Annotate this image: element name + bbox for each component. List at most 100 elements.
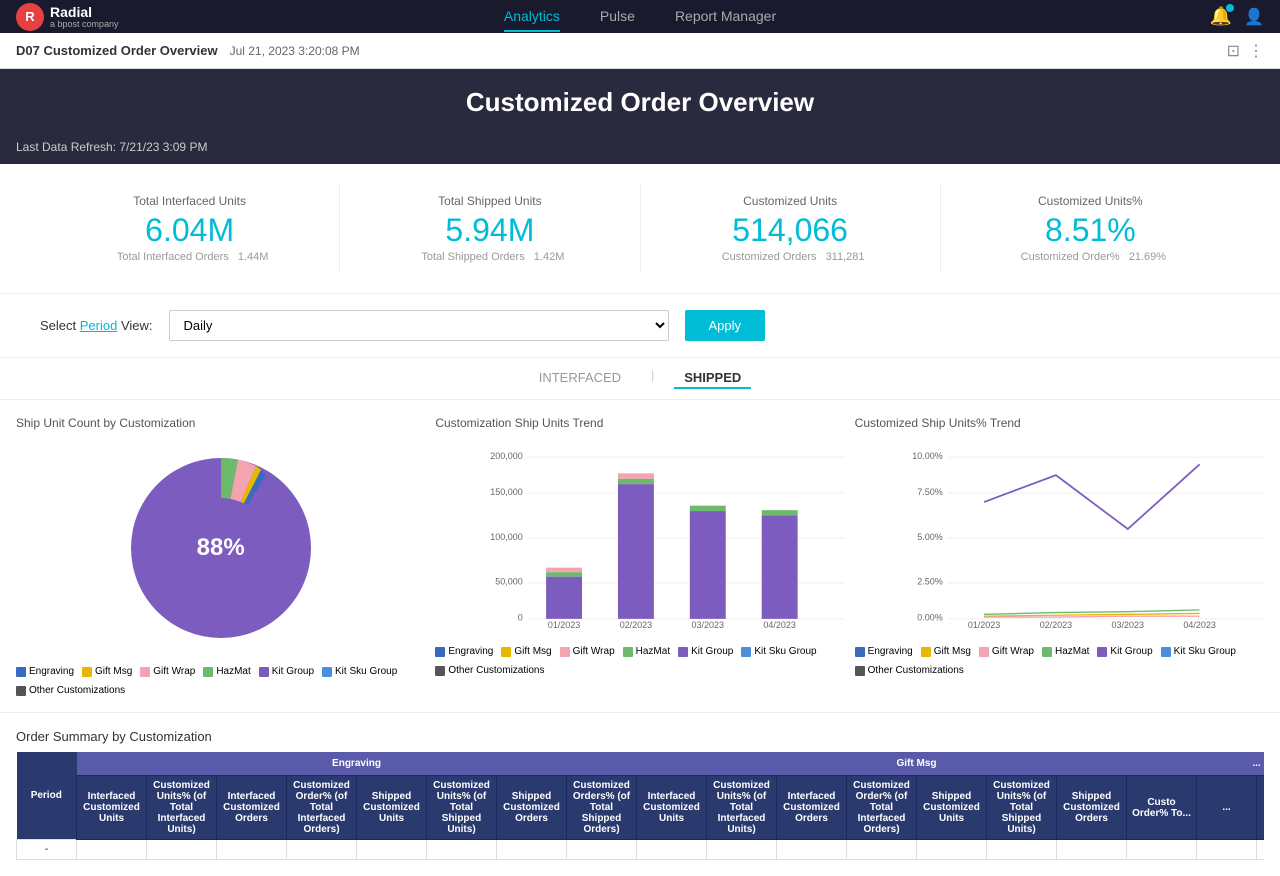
bar-chart-svg: 200,000 150,000 100,000 50,000 0 <box>485 438 844 638</box>
user-icon[interactable]: 👤 <box>1244 7 1264 27</box>
bar-y-label-1: 150,000 <box>491 487 523 497</box>
line-chart-panel: Customized Ship Units% Trend 10.00% 7.50… <box>855 416 1264 696</box>
tab-shipped[interactable]: SHIPPED <box>674 368 751 389</box>
bar-y-label-3: 50,000 <box>496 577 523 587</box>
nav-analytics[interactable]: Analytics <box>504 2 560 32</box>
line-x-0: 01/2023 <box>967 620 999 630</box>
legend-kitskulgroup: Kit Sku Group <box>322 666 397 677</box>
kpi-label-1: Total Shipped Units <box>360 194 619 208</box>
tab-section: INTERFACED | SHIPPED <box>0 358 1280 400</box>
line-legend-engraving: Engraving <box>855 646 913 657</box>
th-gm-ico: Interfaced Customized Orders <box>777 776 847 840</box>
line-y-2: 5.00% <box>917 532 942 542</box>
th-eng-sco-pct: Customized Orders% (of Total Shipped Ord… <box>567 776 637 840</box>
kpi-sub-1: Total Shipped Orders 1.42M <box>360 251 619 263</box>
legend-engraving: Engraving <box>16 666 74 677</box>
bar-x-label-1: 02/2023 <box>620 620 652 630</box>
th-gm-sco-pct: Custo Order% To... <box>1127 776 1197 840</box>
sub-header-title: D07 Customized Order Overview <box>16 43 218 58</box>
tab-interfaced[interactable]: INTERFACED <box>529 368 631 389</box>
notifications[interactable]: 🔔 <box>1210 6 1232 27</box>
bar-chart-panel: Customization Ship Units Trend 200,000 1… <box>435 416 844 696</box>
period-select[interactable]: Daily Weekly Monthly <box>169 310 669 341</box>
pie-chart-title: Ship Unit Count by Customization <box>16 416 425 430</box>
th-eng-scu-pct: Customized Units% (of Total Shipped Unit… <box>427 776 497 840</box>
legend-giftmsg: Gift Msg <box>82 666 132 677</box>
bar-chart-area: 200,000 150,000 100,000 50,000 0 <box>435 438 844 638</box>
data-refresh-text: Last Data Refresh: 7/21/23 3:09 PM <box>16 140 207 154</box>
nav-right: 🔔 👤 <box>1210 6 1264 27</box>
th-engraving: Engraving <box>77 752 637 776</box>
top-nav: R Radial a bpost company Analytics Pulse… <box>0 0 1280 33</box>
kpi-label-2: Customized Units <box>661 194 920 208</box>
legend-dot-giftwrap <box>140 667 150 677</box>
th-gm-co-pct: Customized Order% (of Total Interfaced O… <box>847 776 917 840</box>
sub-header-actions: ⊡ ⋮ <box>1227 41 1264 61</box>
legend-hazmat: HazMat <box>203 666 250 677</box>
bar-kitgroup-2 <box>690 511 726 619</box>
th-eng-scu: Shipped Customized Units <box>357 776 427 840</box>
line-x-1: 02/2023 <box>1039 620 1071 630</box>
legend-kitgroup: Kit Group <box>259 666 314 677</box>
bar-x-label-0: 01/2023 <box>548 620 580 630</box>
th-gm-sco: Shipped Customized Orders <box>1057 776 1127 840</box>
data-refresh-bar: Last Data Refresh: 7/21/23 3:09 PM <box>0 136 1280 164</box>
line-y-1: 7.50% <box>917 487 942 497</box>
kpi-value-1: 5.94M <box>360 212 619 249</box>
line-y-0: 10.00% <box>912 451 942 461</box>
pie-chart-panel: Ship Unit Count by Customization 88% <box>16 416 425 696</box>
th-extra-1: ... <box>1197 776 1257 840</box>
export-icon[interactable]: ⊡ <box>1227 41 1240 61</box>
line-chart-area: 10.00% 7.50% 5.00% 2.50% 0.00% <box>855 438 1264 638</box>
period-highlight: Period <box>80 318 118 333</box>
nav-pulse[interactable]: Pulse <box>600 2 635 32</box>
pie-legend: Engraving Gift Msg Gift Wrap HazMat Kit … <box>16 666 425 696</box>
charts-row: Ship Unit Count by Customization 88% <box>0 400 1280 713</box>
legend-other: Other Customizations <box>16 685 125 696</box>
th-eng-cu-pct: Customized Units% (of Total Interfaced U… <box>147 776 217 840</box>
bar-chart-title: Customization Ship Units Trend <box>435 416 844 430</box>
bar-giftwrap-0 <box>546 568 582 572</box>
kpi-total-shipped: Total Shipped Units 5.94M Total Shipped … <box>340 184 640 273</box>
th-gm-scu-pct: Customized Units% (of Total Shipped Unit… <box>987 776 1057 840</box>
bar-hazmat-1 <box>618 479 654 484</box>
bar-hazmat-2 <box>690 506 726 511</box>
bar-x-label-2: 03/2023 <box>692 620 724 630</box>
apply-button[interactable]: Apply <box>685 310 766 341</box>
bar-legend: Engraving Gift Msg Gift Wrap HazMat Kit … <box>435 646 844 676</box>
th-giftmsg: Gift Msg <box>637 752 1197 776</box>
bar-legend-other: Other Customizations <box>435 665 544 676</box>
kpi-sub-2: Customized Orders 311,281 <box>661 251 920 263</box>
line-x-2: 03/2023 <box>1111 620 1143 630</box>
nav-report-manager[interactable]: Report Manager <box>675 2 776 32</box>
legend-dot-kitgroup <box>259 667 269 677</box>
sub-header-date: Jul 21, 2023 3:20:08 PM <box>230 44 360 58</box>
legend-dot-engraving <box>16 667 26 677</box>
line-legend-giftmsg: Gift Msg <box>921 646 971 657</box>
kpi-sub-3: Customized Order% 21.69% <box>961 251 1220 263</box>
period-label: Select Period View: <box>40 318 153 333</box>
tab-divider: | <box>651 368 654 389</box>
legend-dot-giftmsg <box>82 667 92 677</box>
page-title: Customized Order Overview <box>18 87 1262 118</box>
th-eng-ifu: Interfaced Customized Units <box>77 776 147 840</box>
line-legend-giftwrap: Gift Wrap <box>979 646 1034 657</box>
more-icon[interactable]: ⋮ <box>1248 41 1264 61</box>
th-gm-cu-pct: Customized Units% (of Total Interfaced U… <box>707 776 777 840</box>
legend-giftwrap: Gift Wrap <box>140 666 195 677</box>
bar-y-label-0: 200,000 <box>491 451 523 461</box>
bar-legend-kitgroup: Kit Group <box>678 646 733 657</box>
pie-center-label: 88% <box>197 534 245 562</box>
kpi-total-interfaced: Total Interfaced Units 6.04M Total Inter… <box>40 184 340 273</box>
kpi-value-2: 514,066 <box>661 212 920 249</box>
notif-dot <box>1226 4 1234 12</box>
table-row: - <box>17 840 1265 860</box>
logo-icon: R <box>16 3 44 31</box>
th-gm-ifu: Interfaced Customized Units <box>637 776 707 840</box>
bar-hazmat-3 <box>762 510 798 515</box>
bar-kitgroup-0 <box>546 577 582 619</box>
th-gm-scu: Shipped Customized Units <box>917 776 987 840</box>
kpi-sub-0: Total Interfaced Orders 1.44M <box>60 251 319 263</box>
kpi-label-3: Customized Units% <box>961 194 1220 208</box>
order-summary-table: Period Engraving Gift Msg ... Interfaced… <box>16 752 1264 860</box>
